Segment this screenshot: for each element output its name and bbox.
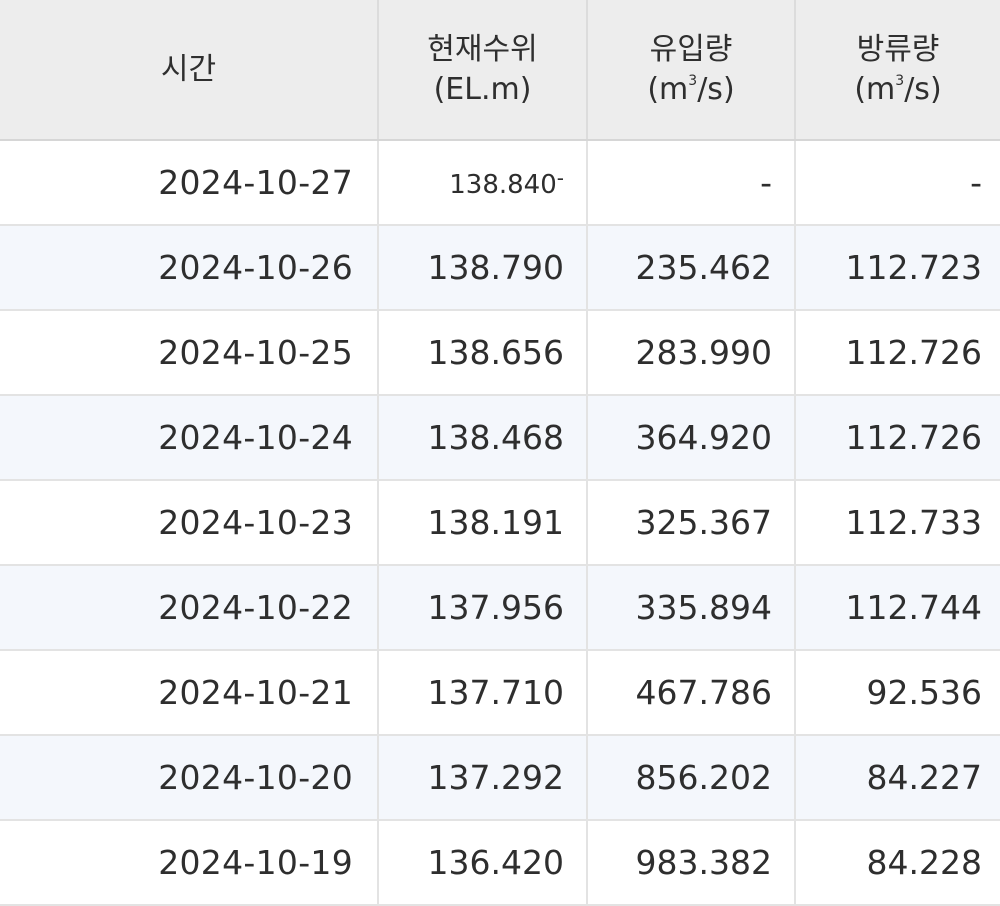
cell-water-level: 138.790 xyxy=(378,225,588,311)
header-time-label: 시간 xyxy=(160,51,217,87)
table-row: 2024-10-20 137.292 856.202 84.227 xyxy=(0,735,1000,821)
header-inflow-unit: (m3/s) xyxy=(647,71,735,107)
cell-inflow: 235.462 xyxy=(587,225,796,311)
header-row: 시간 현재수위 (EL.m) 유입량 (m3/s) 방류량 (m3/s) xyxy=(0,0,1000,141)
cell-water-level: 137.292 xyxy=(378,735,588,821)
cell-time: 2024-10-27 xyxy=(0,140,379,226)
cell-outflow: - xyxy=(795,140,1000,226)
cell-time: 2024-10-26 xyxy=(0,225,379,311)
cell-time: 2024-10-21 xyxy=(0,650,379,736)
cell-time: 2024-10-19 xyxy=(0,820,379,906)
cell-outflow: 112.744 xyxy=(795,565,1000,651)
cell-time: 2024-10-23 xyxy=(0,480,379,566)
table-header: 시간 현재수위 (EL.m) 유입량 (m3/s) 방류량 (m3/s) xyxy=(0,0,1000,141)
cell-outflow: 112.733 xyxy=(795,480,1000,566)
cell-outflow: 84.227 xyxy=(795,735,1000,821)
cell-water-level: 137.956 xyxy=(378,565,588,651)
cell-time: 2024-10-22 xyxy=(0,565,379,651)
cell-outflow: 112.723 xyxy=(795,225,1000,311)
cell-time: 2024-10-25 xyxy=(0,310,379,396)
header-water-level-unit: (EL.m) xyxy=(433,71,532,107)
cell-inflow: 325.367 xyxy=(587,480,796,566)
dam-data-table: 시간 현재수위 (EL.m) 유입량 (m3/s) 방류량 (m3/s) 202… xyxy=(0,0,1000,906)
header-outflow-title: 방류량 xyxy=(856,31,940,67)
header-inflow: 유입량 (m3/s) xyxy=(587,0,796,141)
table-body: 2024-10-27 138.840- - - 2024-10-26 138.7… xyxy=(0,140,1000,906)
header-water-level-title: 현재수위 xyxy=(427,31,538,67)
header-outflow-unit: (m3/s) xyxy=(854,71,942,107)
cell-outflow: 92.536 xyxy=(795,650,1000,736)
table-row: 2024-10-22 137.956 335.894 112.744 xyxy=(0,565,1000,651)
cell-outflow: 112.726 xyxy=(795,310,1000,396)
header-inflow-title: 유입량 xyxy=(649,31,733,67)
table-row: 2024-10-23 138.191 325.367 112.733 xyxy=(0,480,1000,566)
cell-inflow: 364.920 xyxy=(587,395,796,481)
cell-outflow: 112.726 xyxy=(795,395,1000,481)
header-outflow: 방류량 (m3/s) xyxy=(795,0,1000,141)
table-row: 2024-10-19 136.420 983.382 84.228 xyxy=(0,820,1000,906)
cell-inflow: 283.990 xyxy=(587,310,796,396)
table-row: 2024-10-27 138.840- - - xyxy=(0,140,1000,226)
cell-inflow: 983.382 xyxy=(587,820,796,906)
table-row: 2024-10-25 138.656 283.990 112.726 xyxy=(0,310,1000,396)
cell-time: 2024-10-24 xyxy=(0,395,379,481)
cell-inflow: 467.786 xyxy=(587,650,796,736)
cell-water-level: 138.468 xyxy=(378,395,588,481)
cell-water-level: 138.840- xyxy=(378,140,588,226)
table-row: 2024-10-21 137.710 467.786 92.536 xyxy=(0,650,1000,736)
table-row: 2024-10-24 138.468 364.920 112.726 xyxy=(0,395,1000,481)
header-time: 시간 xyxy=(0,0,379,141)
cell-water-level: 136.420 xyxy=(378,820,588,906)
header-water-level: 현재수위 (EL.m) xyxy=(378,0,588,141)
cell-water-level: 137.710 xyxy=(378,650,588,736)
table-row: 2024-10-26 138.790 235.462 112.723 xyxy=(0,225,1000,311)
cell-inflow: 335.894 xyxy=(587,565,796,651)
cell-outflow: 84.228 xyxy=(795,820,1000,906)
cell-water-level: 138.656 xyxy=(378,310,588,396)
cell-time: 2024-10-20 xyxy=(0,735,379,821)
cell-water-level: 138.191 xyxy=(378,480,588,566)
cell-inflow: 856.202 xyxy=(587,735,796,821)
cell-inflow: - xyxy=(587,140,796,226)
